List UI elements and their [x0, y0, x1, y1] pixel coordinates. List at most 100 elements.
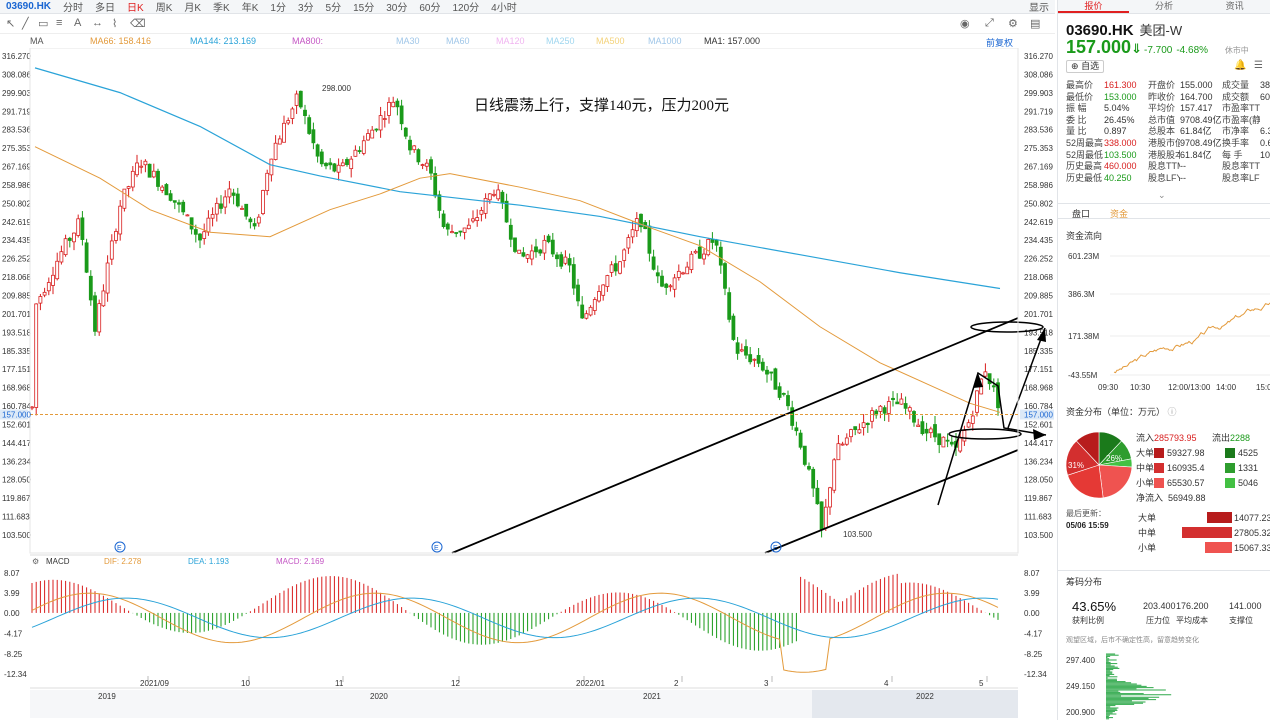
pie-left-pct: 31%	[1068, 461, 1084, 470]
net-row-label: 大单	[1138, 513, 1157, 523]
tab-analysis[interactable]: 分析	[1129, 0, 1200, 13]
candle-body	[916, 424, 921, 427]
dist-row-label: 中单	[1136, 463, 1155, 473]
candle-body	[307, 117, 312, 134]
arrow-tool-icon[interactable]: ↔	[92, 17, 103, 29]
period-tab-60m[interactable]: 60分	[413, 0, 446, 13]
pie-slice	[1098, 464, 1133, 499]
candle-body	[462, 227, 467, 233]
candle-body	[143, 160, 148, 166]
display-menu[interactable]: 显示	[1023, 0, 1055, 13]
year-label: 2020	[370, 692, 388, 701]
candle-body	[172, 200, 177, 203]
candle-body	[399, 105, 404, 125]
candle-body	[693, 250, 698, 254]
line-tool-icon[interactable]: ╱	[22, 17, 29, 30]
current-price-left: 157.000	[2, 411, 31, 420]
tab-pankou[interactable]: 盘口	[1072, 207, 1090, 220]
tab-zijin[interactable]: 资金	[1110, 207, 1128, 220]
price-axis-right: 316.270 308.086 299.903 291.719 283.536 275.3…	[1024, 52, 1053, 540]
month-label: 12	[451, 679, 460, 688]
candle-body	[798, 432, 803, 448]
candle-body	[563, 256, 568, 264]
pie-right-pct: 26%	[1106, 454, 1122, 463]
menu-icon[interactable]: ☰	[1254, 60, 1263, 71]
candle-body	[559, 254, 564, 267]
period-tab-30m[interactable]: 30分	[380, 0, 413, 13]
chart-area[interactable]: 316.270 308.086 299.903 291.719 283.536 275.3…	[0, 47, 1060, 720]
chips-y-label: 200.900	[1066, 708, 1095, 717]
fib-tool-icon[interactable]: ≡	[56, 17, 62, 29]
candle-body	[458, 230, 463, 233]
candle-body	[135, 162, 139, 176]
dea-value: DEA: 1.193	[188, 557, 229, 566]
camera-icon[interactable]: ◉	[960, 17, 970, 30]
period-tab-4h[interactable]: 4小时	[485, 0, 523, 13]
candle-body	[920, 421, 925, 435]
price-tick-left: 299.903	[2, 89, 31, 98]
quote-change: -7.700	[1143, 45, 1173, 56]
candle-body	[970, 415, 975, 424]
period-tab-yearly[interactable]: 年K	[236, 0, 265, 13]
period-tab-daily[interactable]: 日K	[121, 0, 150, 13]
drawing-toolbar: ↖ ╱ ▭ ≡ A ↔ ⌇ ⌫ ◉ ⤢ ⚙ ▤	[0, 14, 1055, 34]
collapse-icon[interactable]: ▤	[1030, 17, 1040, 30]
month-label: 2022/01	[576, 679, 605, 688]
candle-body	[529, 250, 534, 260]
kline-chart[interactable]: 316.270 308.086 299.903 291.719 283.536 275.3…	[0, 47, 1060, 720]
expand-icon[interactable]: ⌄	[1158, 190, 1166, 201]
period-tab-quarterly[interactable]: 季K	[207, 0, 236, 13]
quote-row: 振 幅 5.04% 平均价 157.417 市盈率TTM	[1066, 103, 1270, 115]
candle-body	[118, 205, 123, 235]
period-tab-intraday[interactable]: 分时	[57, 0, 89, 13]
dist-row-label: 小单	[1136, 478, 1155, 488]
candle-body	[630, 229, 635, 238]
add-watchlist-button[interactable]: ⊕ 自选	[1066, 60, 1105, 73]
eraser-icon[interactable]: ⌫	[130, 17, 146, 30]
candle-body	[122, 188, 127, 209]
period-tab-multiday[interactable]: 多日	[89, 0, 121, 13]
period-tab-15m[interactable]: 15分	[347, 0, 380, 13]
period-tab-weekly[interactable]: 周K	[150, 0, 179, 13]
quote-field-label: 市盈率(静)	[1222, 114, 1260, 125]
price-tick-right: 291.719	[1024, 107, 1053, 116]
shape-tool-icon[interactable]: ▭	[38, 17, 48, 30]
tab-quote[interactable]: 报价	[1058, 0, 1129, 13]
candle-body	[84, 242, 89, 273]
text-tool-icon[interactable]: A	[74, 17, 81, 29]
candle-body	[357, 150, 362, 152]
flow-y-label: 386.3M	[1068, 290, 1095, 299]
quote-row: 历史最低40.250 股息LFY-- 股息率LFY	[1066, 173, 1270, 185]
cursor-icon[interactable]: ↖	[6, 17, 15, 30]
help-icon[interactable]: ⓘ	[1168, 407, 1177, 417]
quote-field-label: 振 幅	[1066, 103, 1087, 114]
tab-news[interactable]: 资讯	[1199, 0, 1270, 13]
quote-field-label: 量 比	[1066, 126, 1087, 137]
candle-body	[30, 406, 34, 409]
candle-body	[891, 397, 895, 401]
ma-label[interactable]: MA	[30, 36, 44, 46]
period-tab-120m[interactable]: 120分	[446, 0, 485, 13]
candle-body	[571, 264, 576, 289]
price-tick-left: 218.068	[2, 273, 31, 282]
fullscreen-icon[interactable]: ⤢	[985, 17, 994, 30]
bell-icon[interactable]: 🔔	[1234, 60, 1246, 71]
period-tab-5m[interactable]: 5分	[320, 0, 348, 13]
macd-tick-left: -4.17	[4, 630, 23, 639]
candle-body	[706, 239, 711, 256]
period-tab-1m[interactable]: 1分	[264, 0, 292, 13]
ma1000-label: MA1000	[648, 36, 682, 46]
measure-tool-icon[interactable]: ⌇	[112, 17, 117, 30]
candle-body	[202, 231, 207, 239]
candle-body	[403, 127, 408, 137]
quote-field-value: 153.000	[1104, 91, 1137, 102]
period-tab-3m[interactable]: 3分	[292, 0, 320, 13]
candle-body	[857, 429, 862, 434]
settings-icon[interactable]: ⚙	[1008, 17, 1018, 30]
month-label: 2	[674, 679, 679, 688]
price-tick-right: 218.068	[1024, 273, 1053, 282]
macd-tick-right: 0.00	[1024, 609, 1040, 618]
quote-field-label: 委 比	[1066, 114, 1087, 125]
quote-field-value: 164.700	[1180, 91, 1213, 102]
period-tab-monthly[interactable]: 月K	[178, 0, 207, 13]
